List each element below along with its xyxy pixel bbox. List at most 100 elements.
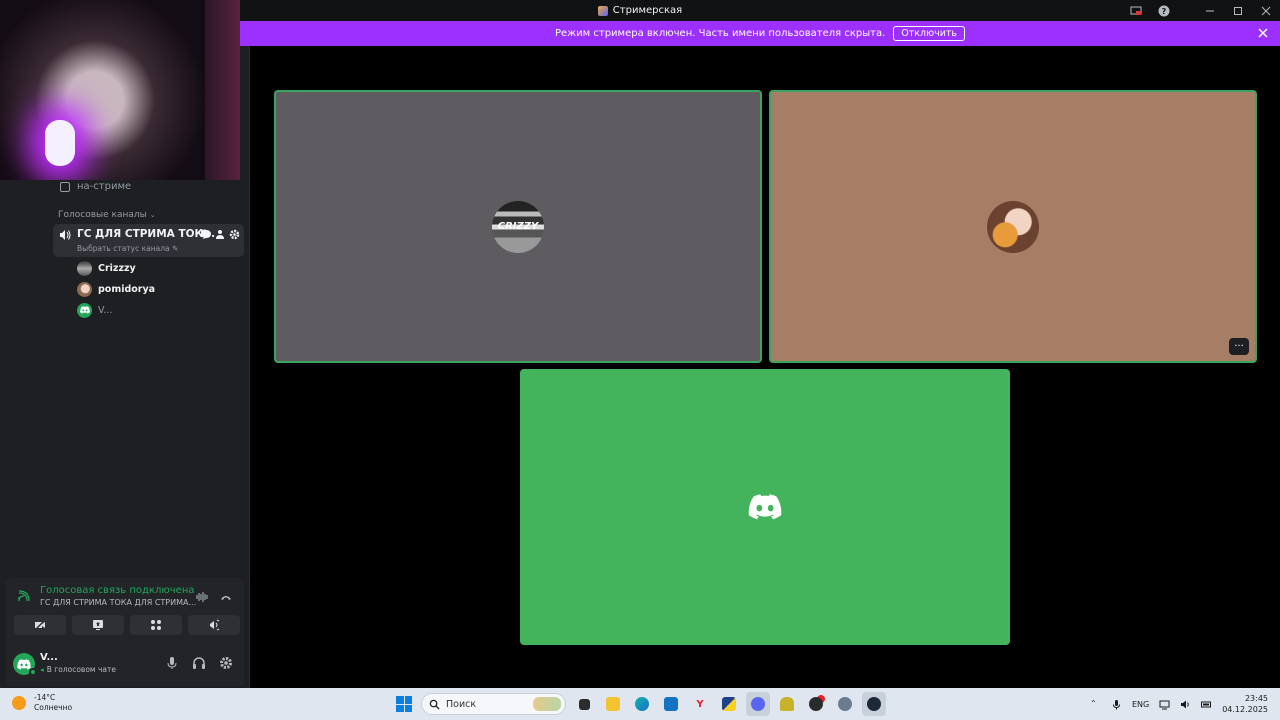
headphones-icon[interactable] <box>192 656 206 670</box>
webcam-microphone <box>45 120 75 166</box>
windows-taskbar: -14°C Солнечно Поиск Y ⌃ ENG 23:45 04.12… <box>0 688 1280 720</box>
user-panel: V... ◂ В голосовом чате <box>6 642 244 686</box>
username[interactable]: V... <box>40 652 58 663</box>
window-title: Стримерская <box>597 5 683 16</box>
clock-time: 23:45 <box>1244 694 1268 703</box>
microphone-tray-icon[interactable] <box>1111 699 1122 710</box>
avatar <box>987 200 1039 253</box>
media-player-icon[interactable] <box>717 692 741 716</box>
activities-icon <box>151 620 161 630</box>
disable-streamer-mode-button[interactable]: Отключить <box>893 26 966 41</box>
taskbar-search[interactable]: Поиск <box>421 693 566 715</box>
voice-connected-channel[interactable]: ГС ДЛЯ СТРИМА ТОКА ДЛЯ СТРИМА... <box>40 598 196 607</box>
webcam-overlay <box>0 0 240 180</box>
camera-off-icon <box>34 619 46 631</box>
voice-channel-name: ГС ДЛЯ СТРИМА ТОК... <box>77 228 216 240</box>
avatar: CRIZZY <box>492 200 544 253</box>
invite-user-icon[interactable] <box>215 229 226 240</box>
soundboard-button[interactable] <box>188 615 240 635</box>
chevron-down-icon: ⌄ <box>149 211 156 219</box>
discord-logo-icon <box>748 494 782 520</box>
user-status-text: В голосовом чате <box>46 665 116 674</box>
online-status-dot <box>29 668 37 676</box>
webcam-background <box>205 0 240 180</box>
chat-icon[interactable] <box>201 229 212 240</box>
voice-member[interactable]: pomidorya <box>77 281 155 297</box>
channel-checkbox-icon <box>60 181 70 192</box>
network-icon[interactable] <box>1159 699 1170 710</box>
signal-icon[interactable] <box>18 590 30 602</box>
pencil-icon: ✎ <box>172 244 179 253</box>
video-tile-self[interactable] <box>520 369 1010 645</box>
battery-icon[interactable] <box>1201 699 1212 710</box>
svg-text:?: ? <box>1162 7 1167 16</box>
disconnect-icon[interactable] <box>220 591 232 603</box>
weather-desc: Солнечно <box>34 703 73 712</box>
volume-icon[interactable] <box>1180 699 1191 710</box>
help-icon[interactable]: ? <box>1150 0 1178 21</box>
lock-app-icon[interactable] <box>775 692 799 716</box>
voice-channel-status-text: Выбрать статус канала <box>77 244 170 253</box>
speaker-icon: ◂ <box>40 665 44 674</box>
discord-taskbar-icon[interactable] <box>746 692 770 716</box>
screen-share-icon[interactable] <box>1122 0 1150 21</box>
weather-temp: -14°C <box>34 693 56 702</box>
start-button[interactable] <box>396 696 412 712</box>
screen-share-icon <box>93 620 103 630</box>
video-tile-crizzzy[interactable]: CRIZZY <box>274 90 762 363</box>
search-icon <box>429 699 440 710</box>
soundboard-icon <box>210 619 220 631</box>
voice-category[interactable]: Голосовые каналы ⌄ <box>58 210 156 220</box>
edge-browser-icon[interactable] <box>630 692 654 716</box>
member-name: pomidorya <box>98 283 156 295</box>
text-channel-label: на-стриме <box>77 181 132 192</box>
maximize-icon[interactable] <box>1224 0 1252 21</box>
divider <box>1178 0 1196 21</box>
user-status: ◂ В голосовом чате <box>40 665 116 674</box>
discord-logo-icon <box>79 306 90 314</box>
noise-suppression-icon[interactable] <box>196 591 208 603</box>
obs-icon[interactable] <box>804 692 828 716</box>
voice-connected-status[interactable]: Голосовая связь подключена <box>40 585 195 596</box>
clock[interactable]: 23:45 04.12.2025 <box>1222 693 1268 715</box>
voice-member[interactable]: V... <box>77 302 112 318</box>
screen-share-button[interactable] <box>72 615 124 635</box>
more-options-button[interactable]: ··· <box>1229 338 1249 355</box>
avatar <box>77 260 92 276</box>
settings-icon[interactable] <box>833 692 857 716</box>
speaker-icon <box>60 230 71 240</box>
user-settings-gear-icon[interactable] <box>219 656 233 670</box>
camera-toggle-button[interactable] <box>14 615 66 635</box>
voice-channel[interactable]: ГС ДЛЯ СТРИМА ТОК... Выбрать статус кана… <box>53 224 244 257</box>
yandex-browser-icon[interactable]: Y <box>688 692 712 716</box>
server-icon <box>597 5 608 16</box>
search-placeholder: Поиск <box>446 698 477 710</box>
close-window-icon[interactable] <box>1252 0 1280 21</box>
task-view-icon[interactable] <box>572 692 596 716</box>
window-title-text: Стримерская <box>612 5 683 16</box>
microphone-icon[interactable] <box>165 656 179 670</box>
member-name: V... <box>98 304 113 316</box>
search-highlight-image <box>533 697 561 711</box>
weather-widget[interactable]: -14°C Солнечно <box>12 693 72 713</box>
language-indicator[interactable]: ENG <box>1132 700 1149 709</box>
voice-category-label: Голосовые каналы <box>58 210 147 220</box>
file-explorer-icon[interactable] <box>601 692 625 716</box>
text-channel[interactable]: на-стриме <box>60 180 131 193</box>
sidebar-divider <box>249 46 250 688</box>
steam-icon[interactable] <box>862 692 886 716</box>
microsoft-store-icon[interactable] <box>659 692 683 716</box>
streamer-mode-banner: Режим стримера включен. Часть имени поль… <box>240 21 1280 46</box>
close-banner-icon[interactable] <box>1256 26 1270 40</box>
minimize-icon[interactable] <box>1196 0 1224 21</box>
system-tray: ⌃ ENG 23:45 04.12.2025 <box>1090 688 1280 720</box>
voice-member[interactable]: Crizzzy <box>77 260 136 276</box>
video-tile-pomidorya[interactable]: ··· <box>769 90 1257 363</box>
activities-button[interactable] <box>130 615 182 635</box>
voice-channel-status[interactable]: Выбрать статус канала ✎ <box>77 244 178 253</box>
discord-logo-icon <box>17 658 31 670</box>
sun-icon <box>12 696 26 710</box>
avatar <box>77 302 92 318</box>
gear-icon[interactable] <box>229 229 240 240</box>
chevron-up-icon[interactable]: ⌃ <box>1090 699 1101 710</box>
